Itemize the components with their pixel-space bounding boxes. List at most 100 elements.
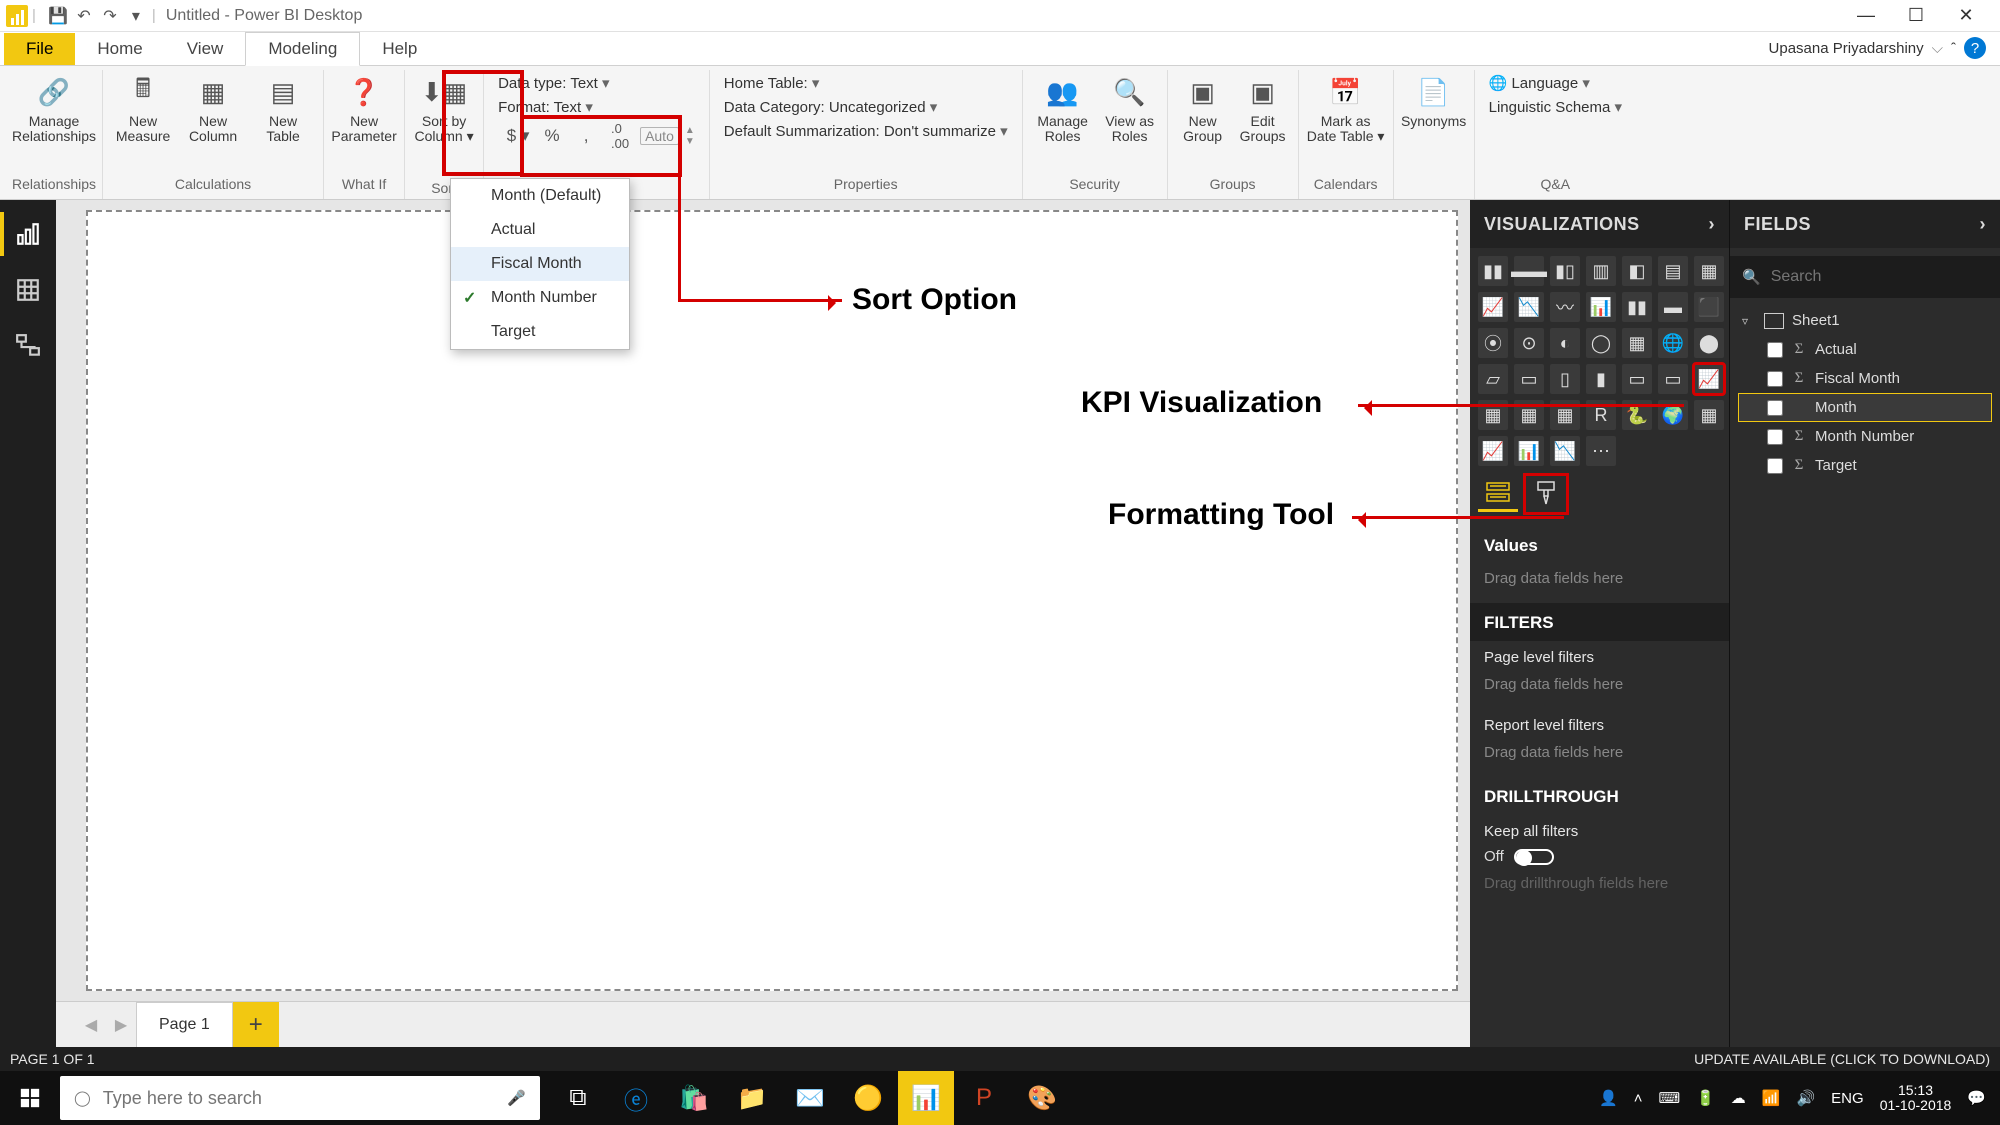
fields-tool-button[interactable] — [1478, 476, 1518, 512]
visual-type-icon[interactable]: ▭ — [1622, 364, 1652, 394]
help-icon[interactable]: ? — [1964, 37, 1986, 59]
sort-menu-item[interactable]: Fiscal Month — [451, 247, 629, 281]
page-tab-1[interactable]: Page 1 — [136, 1002, 233, 1048]
new-table-button[interactable]: ▤New Table — [249, 70, 317, 149]
chrome-icon[interactable]: 🟡 — [840, 1071, 896, 1125]
visual-type-icon[interactable]: ▬▬ — [1514, 256, 1544, 286]
visual-type-icon[interactable]: ▤ — [1658, 256, 1688, 286]
notifications-icon[interactable]: 💬 — [1967, 1089, 1986, 1107]
increase-decimals-icon[interactable]: ▲ — [685, 125, 695, 136]
visual-type-icon[interactable]: ▮▮ — [1478, 256, 1508, 286]
visual-type-icon[interactable]: ◯ — [1586, 328, 1616, 358]
language-dropdown[interactable]: 🌐 Language — [1489, 74, 1622, 92]
sort-by-column-button[interactable]: ⬇︎▦ Sort by Column ▾ — [405, 70, 483, 149]
visual-type-icon[interactable]: 📉 — [1550, 436, 1580, 466]
tab-file[interactable]: File — [4, 33, 75, 65]
visual-type-icon[interactable]: ▯ — [1550, 364, 1580, 394]
user-name[interactable]: Upasana Priyadarshiny — [1769, 40, 1924, 57]
new-group-button[interactable]: ▣New Group — [1174, 70, 1232, 149]
visual-type-icon[interactable]: ▥ — [1586, 256, 1616, 286]
page-prev-button[interactable]: ◀ — [76, 1007, 106, 1043]
visual-type-icon[interactable]: ▮▯ — [1550, 256, 1580, 286]
report-canvas[interactable] — [86, 210, 1458, 991]
drillthrough-drop-hint[interactable]: Drag drillthrough fields here — [1478, 869, 1721, 908]
visual-type-icon[interactable]: ▬ — [1658, 292, 1688, 322]
page-filters-drop-hint[interactable]: Drag data fields here — [1478, 670, 1721, 709]
qat-dropdown-icon[interactable]: ▾ — [124, 4, 148, 28]
store-icon[interactable]: 🛍️ — [666, 1071, 722, 1125]
language-indicator[interactable]: ENG — [1831, 1090, 1864, 1107]
field-checkbox[interactable] — [1767, 400, 1783, 416]
new-measure-button[interactable]: 🖩New Measure — [109, 70, 177, 149]
field-checkbox[interactable] — [1767, 429, 1783, 445]
tab-help[interactable]: Help — [360, 33, 439, 65]
visual-type-icon[interactable]: ▮ — [1586, 364, 1616, 394]
manage-relationships-button[interactable]: 🔗 Manage Relationships — [20, 70, 88, 149]
window-maximize[interactable]: ☐ — [1896, 2, 1936, 30]
data-view-button[interactable] — [0, 262, 56, 318]
wifi-icon[interactable]: 📶 — [1762, 1089, 1781, 1107]
volume-icon[interactable]: 🔊 — [1796, 1089, 1815, 1107]
visual-type-icon[interactable]: ▭ — [1658, 364, 1688, 394]
values-drop-hint[interactable]: Drag data fields here — [1478, 564, 1721, 603]
field-row[interactable]: Σ Month Number — [1738, 422, 1992, 451]
keyboard-icon[interactable]: ⌨ — [1658, 1089, 1680, 1107]
window-close[interactable]: ✕ — [1946, 2, 1986, 30]
table-sheet1[interactable]: ▿ Sheet1 — [1738, 306, 1992, 335]
visual-type-icon[interactable]: 📊 — [1586, 292, 1616, 322]
data-category-dropdown[interactable]: Data Category: Uncategorized — [724, 98, 1008, 116]
format-dropdown[interactable]: Format: Text — [498, 98, 695, 116]
battery-icon[interactable]: 🔋 — [1696, 1089, 1715, 1107]
mark-as-date-table-button[interactable]: 📅Mark as Date Table ▾ — [1305, 70, 1387, 149]
manage-roles-button[interactable]: 👥Manage Roles — [1029, 70, 1097, 149]
taskbar-search[interactable]: ◯ 🎤 — [60, 1076, 540, 1120]
start-button[interactable] — [0, 1071, 60, 1125]
undo-icon[interactable]: ↶ — [72, 4, 96, 28]
field-checkbox[interactable] — [1767, 342, 1783, 358]
sort-menu-item[interactable]: Month Number — [451, 281, 629, 315]
synonyms-button[interactable]: 📄Synonyms — [1400, 70, 1468, 133]
mic-icon[interactable]: 🎤 — [507, 1089, 526, 1107]
mail-icon[interactable]: ✉️ — [782, 1071, 838, 1125]
powerpoint-icon[interactable]: P — [956, 1071, 1012, 1125]
task-view-icon[interactable]: ⧉ — [550, 1071, 606, 1125]
currency-format-button[interactable]: $ ▾ — [504, 122, 532, 150]
decimal-button[interactable]: .0.00 — [606, 122, 634, 150]
visual-type-icon[interactable]: ▦ — [1694, 256, 1724, 286]
fields-search[interactable]: 🔍 — [1730, 256, 2000, 298]
thousands-sep-button[interactable]: , — [572, 122, 600, 150]
visual-type-icon[interactable]: ⊙ — [1514, 328, 1544, 358]
visual-type-icon[interactable]: ◧ — [1622, 256, 1652, 286]
report-filters-drop-hint[interactable]: Drag data fields here — [1478, 738, 1721, 777]
save-icon[interactable]: 💾 — [46, 4, 70, 28]
collapse-ribbon-icon[interactable]: ˆ — [1951, 40, 1956, 57]
visual-type-icon[interactable]: ◐ — [1550, 328, 1580, 358]
field-checkbox[interactable] — [1767, 458, 1783, 474]
visual-type-icon[interactable]: 〰 — [1550, 292, 1580, 322]
user-menu-chevron-icon[interactable]: ⌵ — [1932, 40, 1943, 57]
visual-type-icon[interactable]: ▱ — [1478, 364, 1508, 394]
report-view-button[interactable] — [0, 206, 56, 262]
edge-icon[interactable]: ⓔ — [608, 1071, 664, 1125]
data-type-dropdown[interactable]: Data type: Text — [498, 74, 695, 92]
visual-type-icon[interactable]: 📉 — [1514, 292, 1544, 322]
percent-format-button[interactable]: % — [538, 122, 566, 150]
paint-icon[interactable]: 🎨 — [1014, 1071, 1070, 1125]
visual-type-icon[interactable]: 📈 — [1478, 292, 1508, 322]
sort-menu-item[interactable]: Month (Default) — [451, 179, 629, 213]
kpi-visual-icon[interactable]: 📈 — [1694, 364, 1724, 394]
decrease-decimals-icon[interactable]: ▼ — [685, 136, 695, 147]
tray-chevron-icon[interactable]: ˄ — [1634, 1090, 1643, 1107]
collapse-fields-icon[interactable]: › — [1980, 214, 1987, 235]
field-row[interactable]: Σ Month — [1738, 393, 1992, 422]
decimals-auto[interactable]: Auto — [640, 127, 679, 145]
visual-type-icon[interactable]: ⬤ — [1694, 328, 1724, 358]
sort-menu-item[interactable]: Target — [451, 315, 629, 349]
tab-modeling[interactable]: Modeling — [245, 32, 360, 66]
visual-type-icon[interactable]: ▮▮ — [1622, 292, 1652, 322]
sort-menu-item[interactable]: Actual — [451, 213, 629, 247]
new-column-button[interactable]: ▦New Column — [179, 70, 247, 149]
visual-type-icon[interactable]: 🌐 — [1658, 328, 1688, 358]
keep-all-filters-toggle[interactable]: Off — [1478, 844, 1721, 869]
tab-view[interactable]: View — [165, 33, 246, 65]
